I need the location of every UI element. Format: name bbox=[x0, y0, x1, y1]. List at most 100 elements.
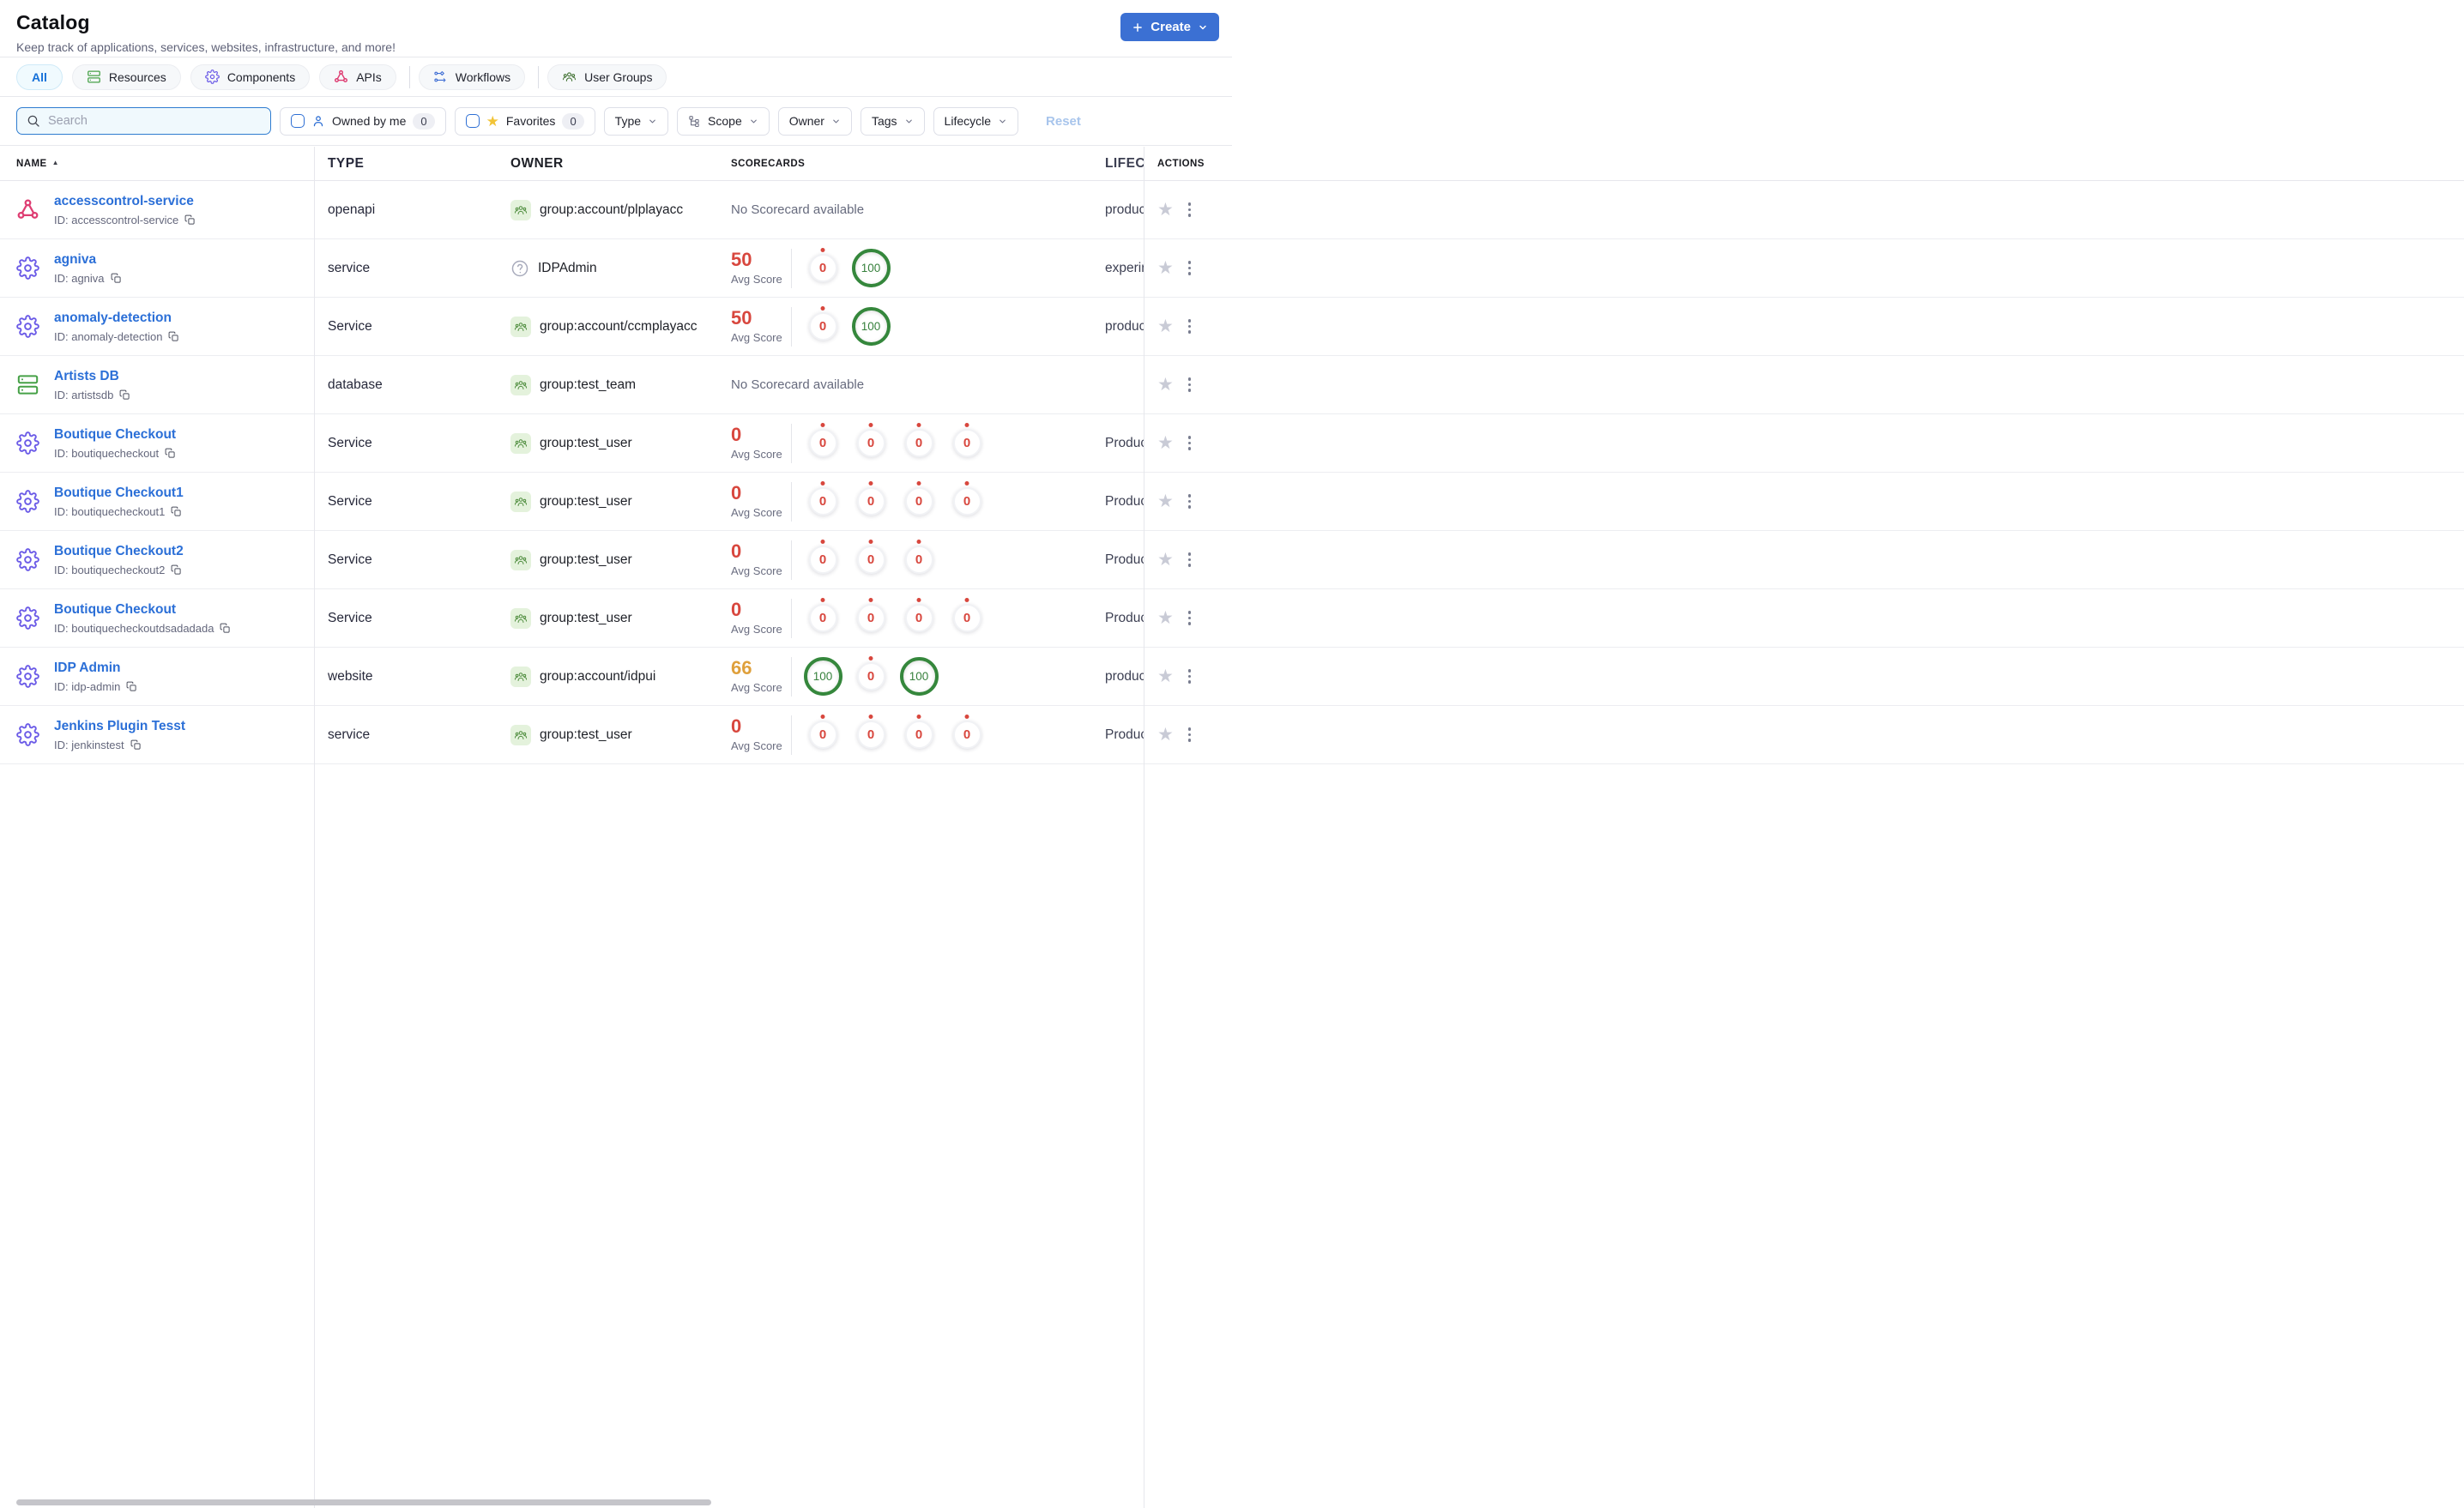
scorecard-score-badge: 0 bbox=[856, 662, 885, 691]
copy-id-button[interactable] bbox=[171, 506, 182, 517]
create-button[interactable]: Create bbox=[1120, 13, 1219, 41]
entity-lifecycle: Produc bbox=[1105, 493, 1144, 509]
kebab-menu-icon[interactable] bbox=[1185, 607, 1195, 629]
favorites-filter[interactable]: ★ Favorites 0 bbox=[454, 106, 595, 136]
entity-name-link[interactable]: agniva bbox=[54, 252, 96, 268]
entity-name-link[interactable]: Boutique Checkout1 bbox=[54, 486, 184, 501]
copy-id-button[interactable] bbox=[184, 214, 196, 226]
favorites-checkbox[interactable] bbox=[465, 114, 480, 128]
table-row: Boutique Checkout2 ID: boutiquecheckout2 S… bbox=[0, 531, 2464, 589]
row-actions: ★ bbox=[1157, 239, 1194, 297]
copy-id-button[interactable] bbox=[111, 273, 122, 284]
scorecard-badge-slot: 0 bbox=[799, 307, 847, 346]
copy-id-button[interactable] bbox=[171, 564, 182, 576]
favorite-star-icon[interactable]: ★ bbox=[1157, 376, 1174, 394]
kebab-menu-icon[interactable] bbox=[1185, 724, 1195, 745]
tags-filter-dropdown[interactable]: Tags bbox=[860, 106, 925, 136]
favorite-star-icon[interactable]: ★ bbox=[1157, 667, 1174, 685]
score-divider bbox=[791, 598, 792, 638]
avg-score-label: Avg Score bbox=[731, 448, 782, 461]
kebab-menu-icon[interactable] bbox=[1185, 666, 1195, 687]
copy-id-button[interactable] bbox=[220, 623, 231, 634]
api-icon bbox=[334, 69, 348, 84]
kebab-menu-icon[interactable] bbox=[1185, 374, 1195, 395]
avg-score-value: 50 bbox=[731, 249, 752, 270]
tab-components[interactable]: Components bbox=[190, 63, 311, 90]
avg-score-block: 0 Avg Score bbox=[731, 484, 791, 520]
avg-score-label: Avg Score bbox=[731, 681, 782, 694]
kebab-menu-icon[interactable] bbox=[1185, 257, 1195, 279]
avg-score-block: 50 Avg Score bbox=[731, 249, 791, 287]
scorecard-badge-slot: 0 bbox=[943, 721, 991, 749]
lifecycle-filter-dropdown[interactable]: Lifecycle bbox=[933, 106, 1019, 136]
table-row: accesscontrol-service ID: accesscontrol-s… bbox=[0, 181, 2464, 239]
hierarchy-icon bbox=[688, 115, 701, 128]
favorite-star-icon[interactable]: ★ bbox=[1157, 726, 1174, 744]
copy-id-button[interactable] bbox=[130, 739, 142, 751]
unknown-owner-icon bbox=[510, 259, 529, 278]
owned-by-me-filter[interactable]: Owned by me 0 bbox=[280, 106, 446, 136]
entity-type: Service bbox=[328, 435, 372, 450]
tab-workflows[interactable]: Workflows bbox=[418, 63, 526, 90]
entity-name-link[interactable]: Boutique Checkout bbox=[54, 427, 176, 443]
entity-id-text: ID: boutiquecheckout bbox=[54, 446, 160, 460]
entity-name-link[interactable]: Jenkins Plugin Tesst bbox=[54, 719, 185, 734]
kebab-menu-icon[interactable] bbox=[1185, 316, 1195, 337]
copy-id-button[interactable] bbox=[119, 389, 130, 401]
copy-id-button[interactable] bbox=[168, 331, 179, 342]
tab-all[interactable]: All bbox=[16, 63, 63, 90]
column-header-name[interactable]: NAME ▲ bbox=[16, 147, 59, 180]
entity-type: Service bbox=[328, 318, 372, 334]
scorecard-badge-slot: 0 bbox=[847, 657, 895, 696]
favorite-star-icon[interactable]: ★ bbox=[1157, 434, 1174, 452]
favorite-star-icon[interactable]: ★ bbox=[1157, 259, 1174, 277]
scope-filter-dropdown[interactable]: Scope bbox=[677, 106, 770, 136]
copy-id-button[interactable] bbox=[165, 448, 176, 459]
tab-user-groups[interactable]: User Groups bbox=[547, 63, 667, 90]
entity-type: Service bbox=[328, 493, 372, 509]
copy-id-button[interactable] bbox=[126, 681, 137, 692]
entity-owner: IDPAdmin bbox=[510, 239, 597, 297]
favorite-star-icon[interactable]: ★ bbox=[1157, 551, 1174, 569]
type-filter-dropdown[interactable]: Type bbox=[603, 106, 669, 136]
column-header-type: TYPE bbox=[328, 155, 365, 171]
scorecard-score-badge: 0 bbox=[856, 429, 885, 457]
tab-resources[interactable]: Resources bbox=[71, 63, 181, 90]
entity-name-link[interactable]: Artists DB bbox=[54, 369, 119, 384]
entity-name-link[interactable]: Boutique Checkout2 bbox=[54, 544, 184, 559]
score-divider bbox=[791, 423, 792, 463]
scorecard-badge-slot: 0 bbox=[847, 721, 895, 749]
tab-separator bbox=[408, 65, 410, 88]
tab-apis[interactable]: APIs bbox=[319, 63, 396, 90]
tab-label: Workflows bbox=[455, 69, 511, 84]
scorecard-badge-slot: 100 bbox=[799, 657, 847, 696]
reset-filters-button[interactable]: Reset bbox=[1046, 114, 1081, 129]
scorecard-badge-slot: 0 bbox=[943, 604, 991, 632]
owned-by-me-checkbox[interactable] bbox=[291, 114, 305, 128]
scorecard-score-badge: 0 bbox=[904, 487, 933, 516]
entity-id: ID: boutiquecheckout1 bbox=[54, 505, 184, 518]
entity-name-link[interactable]: IDP Admin bbox=[54, 661, 121, 676]
favorite-star-icon[interactable]: ★ bbox=[1157, 492, 1174, 510]
entity-lifecycle: Produc bbox=[1105, 552, 1144, 567]
scorecards-cell: 0 Avg Score 0 0 0 bbox=[731, 531, 943, 588]
entity-name-link[interactable]: Boutique Checkout bbox=[54, 602, 176, 618]
avg-score-value: 0 bbox=[731, 715, 742, 737]
entity-gear-icon bbox=[16, 723, 39, 746]
group-icon bbox=[514, 670, 528, 684]
favorite-star-icon[interactable]: ★ bbox=[1157, 609, 1174, 627]
search-input[interactable] bbox=[48, 114, 261, 128]
kebab-menu-icon[interactable] bbox=[1185, 491, 1195, 512]
entity-name-link[interactable]: anomaly-detection bbox=[54, 311, 172, 326]
owned-by-me-label: Owned by me bbox=[332, 114, 407, 128]
favorite-star-icon[interactable]: ★ bbox=[1157, 317, 1174, 335]
entity-name-link[interactable]: accesscontrol-service bbox=[54, 194, 194, 209]
kebab-menu-icon[interactable] bbox=[1185, 432, 1195, 454]
owner-filter-dropdown[interactable]: Owner bbox=[777, 106, 852, 136]
tab-label: Resources bbox=[108, 69, 166, 84]
table-row: Boutique Checkout1 ID: boutiquecheckout1 S… bbox=[0, 473, 2464, 531]
horizontal-scrollbar-thumb[interactable] bbox=[16, 1499, 711, 1505]
kebab-menu-icon[interactable] bbox=[1185, 549, 1195, 570]
favorite-star-icon[interactable]: ★ bbox=[1157, 201, 1174, 219]
kebab-menu-icon[interactable] bbox=[1185, 199, 1195, 220]
